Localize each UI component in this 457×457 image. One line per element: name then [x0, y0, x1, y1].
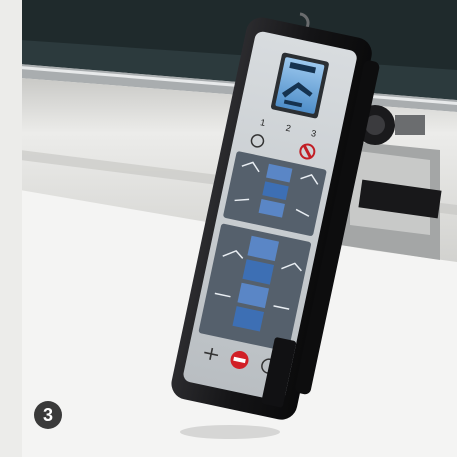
step-number-badge: 3: [34, 401, 62, 429]
photo-illustration: 1 2 3: [0, 0, 457, 457]
product-photo: 1 2 3 3: [0, 0, 457, 457]
step-number: 3: [42, 404, 53, 425]
